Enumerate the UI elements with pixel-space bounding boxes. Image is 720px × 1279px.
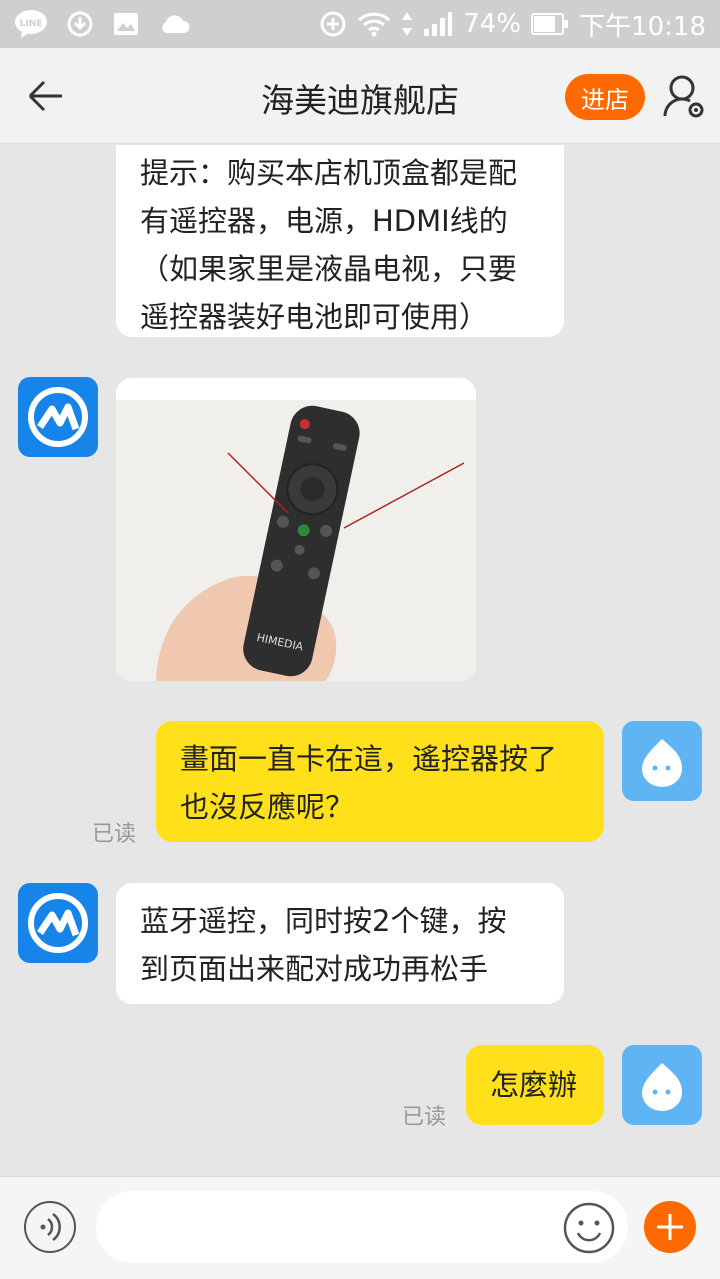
plus-button[interactable] [644, 1201, 696, 1253]
data-saver-icon [319, 10, 347, 38]
message-line: 到页面出来配对成功再松手 [140, 952, 489, 986]
message-bubble: 蓝牙遥控，同时按2个键，按 到页面出来配对成功再松手 [116, 883, 564, 1004]
message-line: 有遥控器，电源，HDMI线的 [140, 204, 508, 238]
data-arrows-icon [401, 10, 413, 38]
clock: 下午10:18 [579, 11, 706, 42]
svg-text:LINE: LINE [20, 19, 43, 29]
message-line: 遥控器装好电池即可使用） [140, 300, 489, 334]
user-avatar[interactable] [622, 1045, 702, 1125]
store-avatar[interactable] [18, 883, 98, 963]
message-line: 也沒反應呢？ [180, 790, 355, 824]
emoji-button[interactable] [563, 1202, 615, 1254]
remote-control-photo[interactable]: HIMEDIA [116, 378, 476, 681]
chat-header: 海美迪旗舰店 进店 [0, 48, 720, 144]
message-line: 畫面一直卡在這，遙控器按了 [180, 742, 558, 776]
enter-store-button[interactable]: 进店 [565, 74, 645, 120]
read-status: 已读 [402, 1105, 447, 1130]
message-line: 怎麼辦 [490, 1068, 578, 1102]
status-bar: LINE 74% 下午10:18 [0, 0, 720, 48]
message-input[interactable] [96, 1191, 628, 1263]
battery-icon [531, 12, 569, 36]
message-line: 提示：购买本店机顶盒都是配 [140, 156, 518, 190]
cloud-icon [158, 13, 190, 35]
message-bubble: 畫面一直卡在這，遙控器按了 也沒反應呢？ [156, 721, 604, 842]
signal-icon [423, 11, 453, 37]
user-settings-icon[interactable] [662, 74, 706, 120]
input-bar [0, 1176, 720, 1279]
message-line: 蓝牙遥控，同时按2个键，按 [140, 904, 507, 938]
store-avatar[interactable] [18, 377, 98, 457]
user-avatar[interactable] [622, 721, 702, 801]
gallery-icon [112, 11, 140, 37]
message-list[interactable]: 提示：购买本店机顶盒都是配 有遥控器，电源，HDMI线的 （如果家里是液晶电视，… [0, 145, 720, 1175]
download-icon [66, 10, 94, 38]
message-bubble: 怎麼辦 [466, 1045, 604, 1125]
message-line: （如果家里是液晶电视，只要 [140, 252, 518, 286]
message-bubble: 提示：购买本店机顶盒都是配 有遥控器，电源，HDMI线的 （如果家里是液晶电视，… [116, 145, 564, 337]
read-status: 已读 [92, 822, 137, 847]
voice-input-button[interactable] [24, 1201, 76, 1253]
battery-percent: 74% [463, 9, 522, 39]
wifi-icon [357, 11, 391, 37]
line-app-icon: LINE [14, 9, 48, 39]
